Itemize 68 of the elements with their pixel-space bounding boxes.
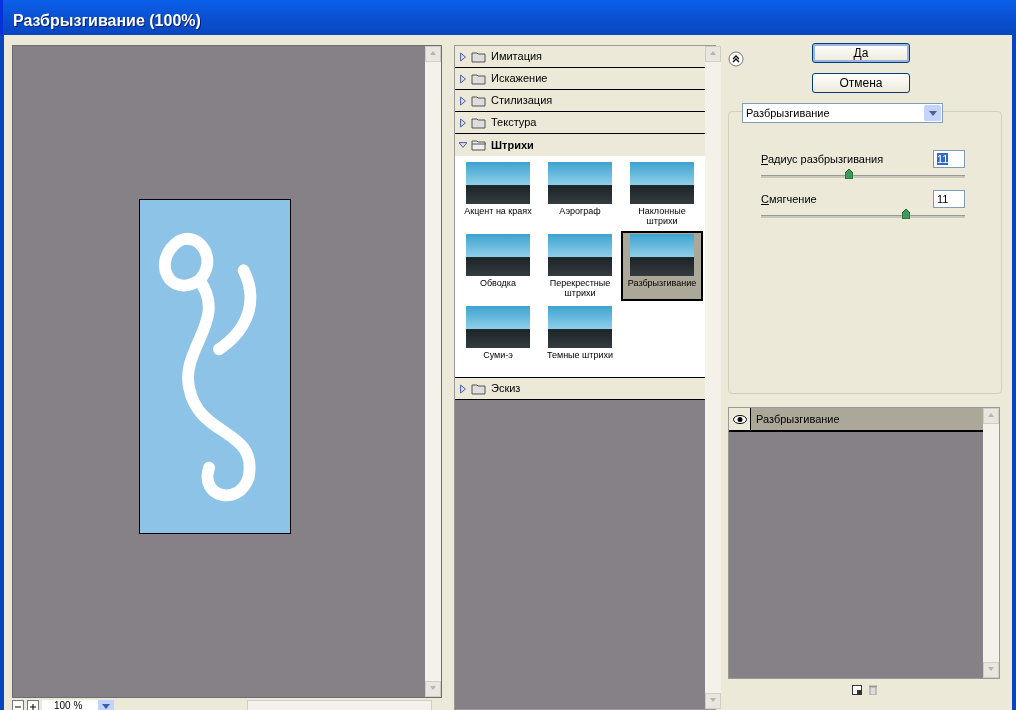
plus-icon — [30, 703, 36, 710]
filter-thumbnail-item[interactable]: Перекрестные штрихи — [539, 231, 621, 301]
down-arrow-icon[interactable] — [710, 698, 716, 702]
category-header[interactable]: Штрихи — [455, 134, 705, 156]
folder-icon — [471, 50, 487, 63]
caret-icon — [102, 704, 110, 710]
thumbnail-image — [466, 162, 530, 204]
slider-track[interactable] — [761, 168, 965, 180]
thumbnail-image — [466, 306, 530, 348]
slider-thumb[interactable] — [901, 209, 910, 219]
thumbnail-image — [548, 306, 612, 348]
zoom-select[interactable]: 100 % — [42, 700, 114, 710]
category-header[interactable]: Имитация — [455, 46, 705, 68]
collapsed-triangle-icon — [459, 51, 467, 62]
eye-icon[interactable] — [732, 414, 747, 424]
value-field[interactable]: 11 — [933, 190, 965, 208]
up-arrow-icon[interactable] — [988, 413, 994, 417]
collapsed-triangle-icon — [459, 383, 467, 394]
folder-icon — [471, 116, 487, 129]
thumbnail-image — [548, 162, 612, 204]
down-arrow-icon[interactable] — [430, 686, 436, 690]
parameter-label: Смягчение — [761, 191, 817, 207]
filter-thumbnail-item[interactable]: Аэрограф — [539, 159, 621, 229]
expanded-triangle-icon — [459, 140, 467, 150]
scrollbar[interactable] — [247, 700, 432, 710]
caret-icon — [928, 111, 937, 117]
zoom-out-button[interactable] — [12, 700, 24, 710]
filter-thumbnail-item[interactable]: Суми-э — [457, 303, 539, 371]
new-layer-icon[interactable] — [852, 685, 862, 695]
parameter-label: Радиус разбрызгивания — [761, 151, 884, 167]
zoom-in-button[interactable] — [27, 700, 39, 710]
ok-button[interactable]: Да — [812, 43, 910, 63]
zoom-value: 100 % — [54, 700, 83, 710]
collapsed-triangle-icon — [459, 73, 467, 84]
folder-icon — [471, 139, 487, 151]
collapse-icon[interactable] — [728, 51, 744, 67]
value-field[interactable]: 11 — [933, 150, 965, 168]
window-title: Разбрызгивание (100%) — [13, 12, 201, 29]
down-arrow-icon[interactable] — [988, 667, 994, 671]
thumbnail-image — [630, 162, 694, 204]
slider-thumb[interactable] — [844, 169, 853, 179]
up-arrow-icon[interactable] — [430, 51, 436, 55]
collapsed-triangle-icon — [459, 117, 467, 128]
trash-icon[interactable] — [868, 685, 878, 695]
filter-thumbnail-item[interactable]: Темные штрихи — [539, 303, 621, 371]
thumbnail-image — [630, 234, 694, 276]
filter-thumbnail-item[interactable]: Акцент на краях — [457, 159, 539, 229]
cancel-button[interactable]: Отмена — [812, 73, 910, 93]
thumbnail-image — [466, 234, 530, 276]
folder-icon — [471, 382, 487, 395]
up-arrow-icon[interactable] — [710, 51, 716, 55]
category-header[interactable]: Текстура — [455, 112, 705, 134]
filter-select[interactable]: Разбрызгивание — [742, 103, 943, 123]
slider-track[interactable] — [761, 208, 965, 220]
category-header[interactable]: Искажение — [455, 68, 705, 90]
scrollbar[interactable] — [983, 408, 999, 678]
layer-row[interactable]: Разбрызгивание — [729, 408, 983, 432]
category-header[interactable]: Стилизация — [455, 90, 705, 112]
thumbnail-image — [548, 234, 612, 276]
filter-thumbnail-item[interactable]: Наклонные штрихи — [621, 159, 703, 229]
scrollbar[interactable] — [425, 46, 441, 697]
collapsed-triangle-icon — [459, 95, 467, 106]
filter-thumbnail-item[interactable]: Обводка — [457, 231, 539, 301]
filter-thumbnail-item[interactable]: Разбрызгивание — [621, 231, 703, 301]
scrollbar[interactable] — [705, 46, 721, 709]
folder-icon — [471, 94, 487, 107]
folder-icon — [471, 72, 487, 85]
category-header[interactable]: Эскиз — [455, 378, 705, 400]
